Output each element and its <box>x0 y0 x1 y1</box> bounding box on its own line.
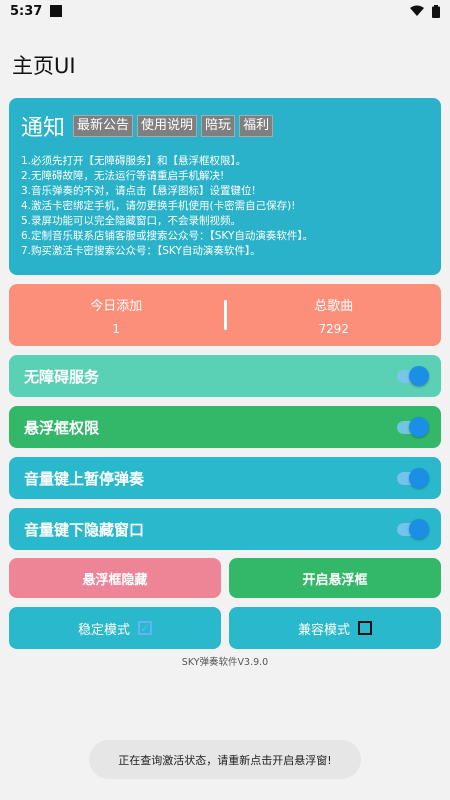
status-bar: 5:37 <box>0 0 450 22</box>
notice-card: 通知 最新公告 使用说明 陪玩 福利 1.必须先打开【无障碍服务】和【悬浮框权限… <box>9 98 441 275</box>
toggle-label: 悬浮框权限 <box>24 418 100 437</box>
tag-latest-announcement[interactable]: 最新公告 <box>73 115 134 137</box>
toggle-label: 无障碍服务 <box>24 367 100 386</box>
stable-mode-button[interactable]: 稳定模式 ✓ <box>9 607 221 649</box>
toggle-switch[interactable] <box>397 366 429 386</box>
notice-line: 1.必须先打开【无障碍服务】和【悬浮框权限】。 <box>21 155 247 167</box>
compat-mode-checkbox[interactable] <box>358 621 372 635</box>
tag-companion[interactable]: 陪玩 <box>201 115 236 137</box>
status-time: 5:37 <box>10 3 43 19</box>
version-text: SKY弹奏软件V3.9.0 <box>181 657 269 668</box>
compat-mode-label: 兼容模式 <box>297 622 350 638</box>
notice-list: 1.必须先打开【无障碍服务】和【悬浮框权限】。 2.无障碍故障，无法运行等请重启… <box>21 154 429 259</box>
open-float-button[interactable]: 开启悬浮框 <box>229 558 441 598</box>
stable-mode-label: 稳定模式 <box>77 622 130 638</box>
notice-line: 3.音乐弹奏的不对，请点击【悬浮图标】设置键位! <box>21 185 256 197</box>
total-songs-label: 总歌曲 <box>314 298 354 314</box>
toggle-label: 音量键上暂停弹奏 <box>24 469 145 488</box>
notice-line: 5.录屏功能可以完全隐藏窗口，不会录制视频。 <box>21 215 242 227</box>
today-added-stat: 今日添加 1 <box>9 295 224 336</box>
notice-title: 通知 <box>21 116 66 141</box>
notice-line: 2.无障碍故障，无法运行等请重启手机解决! <box>21 170 225 182</box>
wifi-icon <box>410 5 424 16</box>
tag-usage-instructions[interactable]: 使用说明 <box>137 115 198 137</box>
total-songs-stat: 总歌曲 7292 <box>227 295 442 336</box>
toggle-accessibility-service[interactable]: 无障碍服务 <box>9 355 441 397</box>
toggle-volume-down-hide[interactable]: 音量键下隐藏窗口 <box>9 508 441 550</box>
notice-line: 6.定制音乐联系店铺客服或搜索公众号：【SKY自动演奏软件】。 <box>21 230 314 242</box>
hide-float-button[interactable]: 悬浮框隐藏 <box>9 558 221 598</box>
page-title: 主页UI <box>12 54 76 78</box>
toggle-volume-up-pause[interactable]: 音量键上暂停弹奏 <box>9 457 441 499</box>
toggle-float-permission[interactable]: 悬浮框权限 <box>9 406 441 448</box>
notice-line: 7.购买激活卡密搜索公众号：【SKY自动演奏软件】。 <box>21 245 261 257</box>
notification-square-icon <box>50 5 63 17</box>
toast-message: 正在查询激活状态，请重新点击开启悬浮窗! <box>89 740 361 779</box>
toggle-switch[interactable] <box>397 519 429 539</box>
stable-mode-checkbox[interactable]: ✓ <box>138 621 152 635</box>
stats-card: 今日添加 1 总歌曲 7292 <box>9 284 441 346</box>
today-added-value: 1 <box>112 321 121 336</box>
compat-mode-button[interactable]: 兼容模式 <box>229 607 441 649</box>
status-icons <box>410 4 440 18</box>
total-songs-value: 7292 <box>318 321 350 336</box>
toggle-label: 音量键下隐藏窗口 <box>24 520 145 539</box>
toggle-switch[interactable] <box>397 417 429 437</box>
battery-icon <box>432 4 440 18</box>
notice-header: 通知 最新公告 使用说明 陪玩 福利 <box>21 108 429 144</box>
notice-line: 4.激活卡密绑定手机，请勿更换手机使用(卡密需自己保存)! <box>21 200 296 212</box>
today-added-label: 今日添加 <box>90 298 143 314</box>
toggle-switch[interactable] <box>397 468 429 488</box>
tag-benefits[interactable]: 福利 <box>239 115 274 137</box>
